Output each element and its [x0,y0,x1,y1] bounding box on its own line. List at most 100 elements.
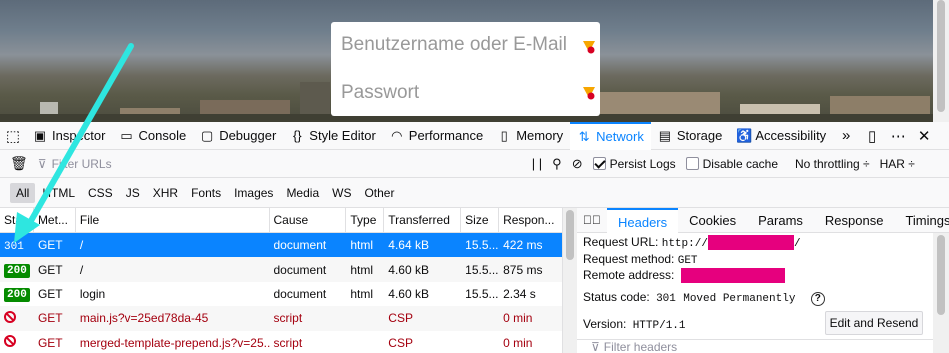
col-file[interactable]: File [76,207,270,233]
tab-timings[interactable]: Timings [894,208,949,233]
cell-cause: document [273,262,327,277]
persist-logs-checkbox[interactable]: Persist Logs [588,157,681,171]
cell-file: / [79,238,84,253]
col-size[interactable]: Size [461,207,500,233]
password-manager-icon[interactable] [582,86,596,100]
filter-images[interactable]: Images [228,183,279,203]
cell-size: 15.5... [465,286,499,301]
cell-method: GET [37,262,63,277]
details-tabbar: ▸⃞ Headers Cookies Params Response Timin… [577,207,949,233]
col-cause[interactable]: Cause [270,207,347,233]
filter-all[interactable]: All [10,182,36,203]
screen: Benutzername oder E-Mail Passwort ⬚ ▣ Ins… [0,0,949,353]
details-scrollbar[interactable] [933,233,949,353]
tab-storage[interactable]: ▤ Storage [651,122,730,150]
cell-type: html [350,238,374,253]
filter-icon: ⊽ [37,156,47,171]
cell-response: 0 min [503,311,533,326]
status-badge: 200 [4,263,30,278]
tab-headers[interactable]: Headers [607,207,679,233]
request-rows: 301 GET / document html 4.64 kB 15.5... 422 ms 2… [0,233,562,353]
password-input[interactable]: Passwort [341,82,419,104]
edit-and-resend-button[interactable]: Edit and Resend [825,311,923,335]
filter-html[interactable]: HTML [36,183,81,203]
cell-status: 301 [0,238,34,253]
toggle-sidebar-icon[interactable]: ▸⃞ [577,208,607,233]
search-icon[interactable]: ⚲ [547,156,567,172]
table-row[interactable]: GET main.js?v=25ed78da-45 script CSP 0 min [0,306,562,331]
tab-debugger[interactable]: ▢ Debugger [193,122,283,150]
table-row[interactable]: 301 GET / document html 4.64 kB 15.5... 422 ms [0,233,562,258]
style-editor-icon: {} [292,127,302,143]
filter-urls-input[interactable]: ⊽ Filter URLs [33,157,527,171]
col-type[interactable]: Type [346,207,385,233]
cell-size: 15.5... [465,262,499,277]
redacted-block [707,235,794,251]
tab-params[interactable]: Params [747,208,814,233]
table-row[interactable]: 200 GET / document html 4.60 kB 15.5... 875 ms [0,257,562,282]
col-response[interactable]: Respon... [499,208,562,233]
cell-method: GET [37,238,63,253]
tab-response[interactable]: Response [814,208,895,233]
devtools-tabbar: ⬚ ▣ Inspector ▭ Console ▢ Debugger {} Style … [0,121,949,150]
cell-cause: script [273,311,303,326]
checkbox-checked-icon [592,157,606,170]
cell-method: GET [37,335,63,350]
table-row[interactable]: 200 GET login document html 4.60 kB 15.5... 2.3… [0,282,562,306]
request-table: Stat... Met... File Cause Type Transferr… [0,207,563,353]
tab-style-editor[interactable]: {} Style Editor [283,122,382,150]
memory-icon: ▯ [500,127,508,143]
more-tabs-icon[interactable]: » [833,122,859,150]
cell-response: 0 min [503,335,533,350]
login-form: Benutzername oder E-Mail Passwort [331,22,600,116]
filter-js[interactable]: JS [120,183,146,203]
blocked-icon [4,335,16,348]
request-url-row: Request URL: http:/// [583,235,801,251]
tab-console[interactable]: ▭ Console [112,122,193,150]
cell-status: 200 [0,262,34,278]
debugger-icon: ▢ [201,127,214,143]
col-method[interactable]: Met... [34,207,76,233]
filter-headers-input[interactable]: ⊽ Filter headers [577,339,933,353]
cell-transferred: CSP [388,335,413,350]
cell-file: login [79,286,106,301]
tab-performance[interactable]: ◠ Performance [383,122,490,150]
filter-css[interactable]: CSS [82,183,119,203]
cell-response: 875 ms [503,262,543,277]
password-manager-icon[interactable] [582,40,596,54]
disable-cache-checkbox[interactable]: Disable cache [681,157,783,171]
tab-accessibility[interactable]: ♿ Accessibility [729,122,833,150]
table-scrollbar[interactable] [563,208,577,353]
table-row[interactable]: GET merged-template-prepend.js?v=25... scr… [0,331,562,353]
cell-file: merged-template-prepend.js?v=25... [79,335,270,350]
element-picker-icon[interactable]: ⬚ [0,122,26,150]
close-icon[interactable]: ✕ [911,122,937,150]
col-status[interactable]: Stat... [0,207,34,233]
filter-ws[interactable]: WS [326,183,357,203]
har-menu[interactable]: HAR ÷ [875,157,920,171]
cell-status [0,310,34,326]
throttling-select[interactable]: No throttling ÷ [783,157,875,171]
tab-memory[interactable]: ▯ Memory [490,122,570,150]
username-input[interactable]: Benutzername oder E-Mail [341,34,567,56]
pause-icon[interactable]: | | [527,156,547,171]
filter-other[interactable]: Other [358,183,400,203]
tab-inspector[interactable]: ▣ Inspector [26,122,112,150]
tab-network[interactable]: ⇅ Network [570,121,651,150]
request-type-filters: All HTML CSS JS XHR Fonts Images Media W… [0,178,949,208]
col-transferred[interactable]: Transferred [384,207,462,233]
storage-icon: ▤ [658,127,671,143]
request-details-panel: ▸⃞ Headers Cookies Params Response Timin… [577,207,949,353]
help-icon[interactable]: ? [810,292,825,306]
page-scrollbar[interactable] [933,0,949,122]
trash-icon[interactable]: 🗑 [0,155,33,172]
tab-cookies[interactable]: Cookies [678,208,747,233]
filter-fonts[interactable]: Fonts [185,183,227,203]
block-requests-icon[interactable]: ⊘ [567,156,588,172]
options-menu-icon[interactable]: ⋯ [885,122,911,150]
cell-transferred: 4.60 kB [388,286,429,301]
dock-icon[interactable]: ▯ [859,122,885,150]
version-row: Version: HTTP/1.1 [583,317,686,332]
filter-media[interactable]: Media [280,183,325,203]
filter-xhr[interactable]: XHR [147,183,184,203]
